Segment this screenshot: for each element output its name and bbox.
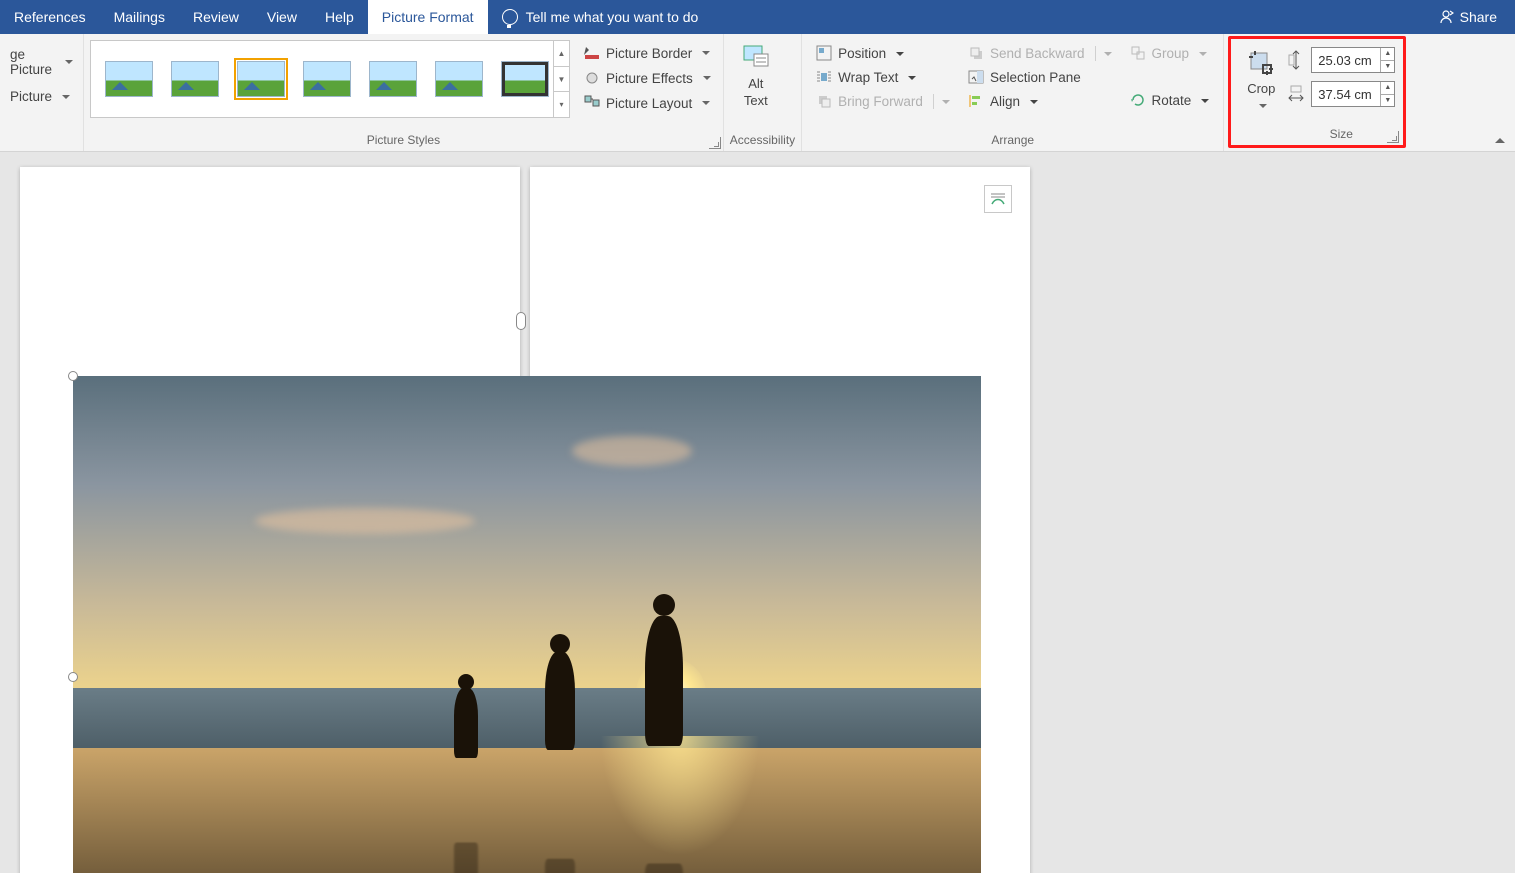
layout-options-icon <box>989 190 1007 208</box>
layout-icon <box>584 95 600 111</box>
bring-forward-button: Bring Forward <box>812 90 954 112</box>
size-launcher[interactable] <box>1387 131 1399 143</box>
picture-layout-button[interactable]: Picture Layout <box>580 92 715 114</box>
width-spinner-up[interactable]: ▲ <box>1381 82 1394 94</box>
bring-forward-icon <box>816 93 832 109</box>
picture-style-thumb[interactable] <box>171 61 219 97</box>
pencil-border-icon <box>584 45 600 61</box>
alt-text-button[interactable]: Alt Text <box>730 38 782 108</box>
tab-review[interactable]: Review <box>179 0 253 34</box>
collapse-ribbon-button[interactable] <box>1491 133 1509 147</box>
position-icon <box>816 45 832 61</box>
reset-picture-button[interactable]: Picture <box>6 86 77 107</box>
group-icon <box>1130 45 1146 61</box>
picture-styles-launcher[interactable] <box>709 137 721 149</box>
picture-style-thumb[interactable] <box>435 61 483 97</box>
group-button: Group <box>1126 42 1214 64</box>
align-icon <box>968 93 984 109</box>
tab-picture-format[interactable]: Picture Format <box>368 0 488 34</box>
picture-style-thumb[interactable] <box>369 61 417 97</box>
picture-styles-gallery[interactable]: ▲▼▾ <box>90 40 570 118</box>
layout-options-button[interactable] <box>984 185 1012 213</box>
align-button[interactable]: Align <box>964 90 1116 112</box>
inserted-picture[interactable] <box>73 376 981 873</box>
tell-me-placeholder: Tell me what you want to do <box>526 9 699 25</box>
shape-height-input[interactable]: 25.03 cm ▲▼ <box>1311 47 1395 73</box>
selection-handle[interactable] <box>68 371 78 381</box>
lightbulb-icon <box>502 9 518 25</box>
tab-help[interactable]: Help <box>311 0 368 34</box>
picture-style-thumb[interactable] <box>105 61 153 97</box>
selection-pane-button[interactable]: Selection Pane <box>964 66 1116 88</box>
share-icon <box>1438 9 1454 25</box>
change-picture-button[interactable]: ge Picture <box>6 44 77 80</box>
picture-style-thumb[interactable] <box>303 61 351 97</box>
effects-icon <box>584 70 600 86</box>
wrap-text-icon <box>816 69 832 85</box>
width-icon <box>1287 83 1305 105</box>
tab-mailings[interactable]: Mailings <box>100 0 179 34</box>
shape-height-value: 25.03 cm <box>1312 53 1380 68</box>
position-button[interactable]: Position <box>812 42 954 64</box>
rotate-icon <box>1130 92 1146 108</box>
picture-border-button[interactable]: Picture Border <box>580 42 715 64</box>
gallery-scroll[interactable]: ▲▼▾ <box>553 41 569 117</box>
picture-style-thumb[interactable] <box>237 61 285 97</box>
crop-icon <box>1245 47 1277 79</box>
group-label-size: Size <box>1287 125 1395 143</box>
crop-button[interactable]: Crop <box>1239 43 1283 113</box>
send-backward-icon <box>968 45 984 61</box>
share-button[interactable]: Share <box>1420 0 1515 34</box>
picture-effects-button[interactable]: Picture Effects <box>580 67 715 89</box>
ribbon: ge Picture Picture ▲▼▾ Picture Border <box>0 34 1515 152</box>
tab-references[interactable]: References <box>0 0 100 34</box>
rotate-button[interactable]: Rotate <box>1126 89 1214 111</box>
height-spinner-down[interactable]: ▼ <box>1381 60 1394 73</box>
selection-pane-icon <box>968 69 984 85</box>
rotation-handle[interactable] <box>516 312 526 330</box>
ribbon-tab-bar: References Mailings Review View Help Pic… <box>0 0 1515 34</box>
picture-style-thumb[interactable] <box>501 61 549 97</box>
document-canvas[interactable] <box>0 152 1515 873</box>
share-label: Share <box>1460 9 1497 25</box>
tab-view[interactable]: View <box>253 0 311 34</box>
group-label-accessibility: Accessibility <box>730 131 795 149</box>
selection-handle[interactable] <box>68 672 78 682</box>
wrap-text-button[interactable]: Wrap Text <box>812 66 954 88</box>
group-label-arrange: Arrange <box>808 131 1217 149</box>
shape-width-input[interactable]: 37.54 cm ▲▼ <box>1311 81 1395 107</box>
send-backward-button: Send Backward <box>964 42 1116 64</box>
shape-width-value: 37.54 cm <box>1312 87 1380 102</box>
height-spinner-up[interactable]: ▲ <box>1381 48 1394 60</box>
height-icon <box>1287 49 1305 71</box>
group-label-picture-styles: Picture Styles <box>90 131 717 149</box>
width-spinner-down[interactable]: ▼ <box>1381 94 1394 107</box>
tell-me-search[interactable]: Tell me what you want to do <box>488 0 713 34</box>
size-group-highlight: Crop 25.03 cm ▲▼ 37.54 cm ▲▼ Size <box>1228 36 1406 148</box>
alt-text-icon <box>740 42 772 74</box>
